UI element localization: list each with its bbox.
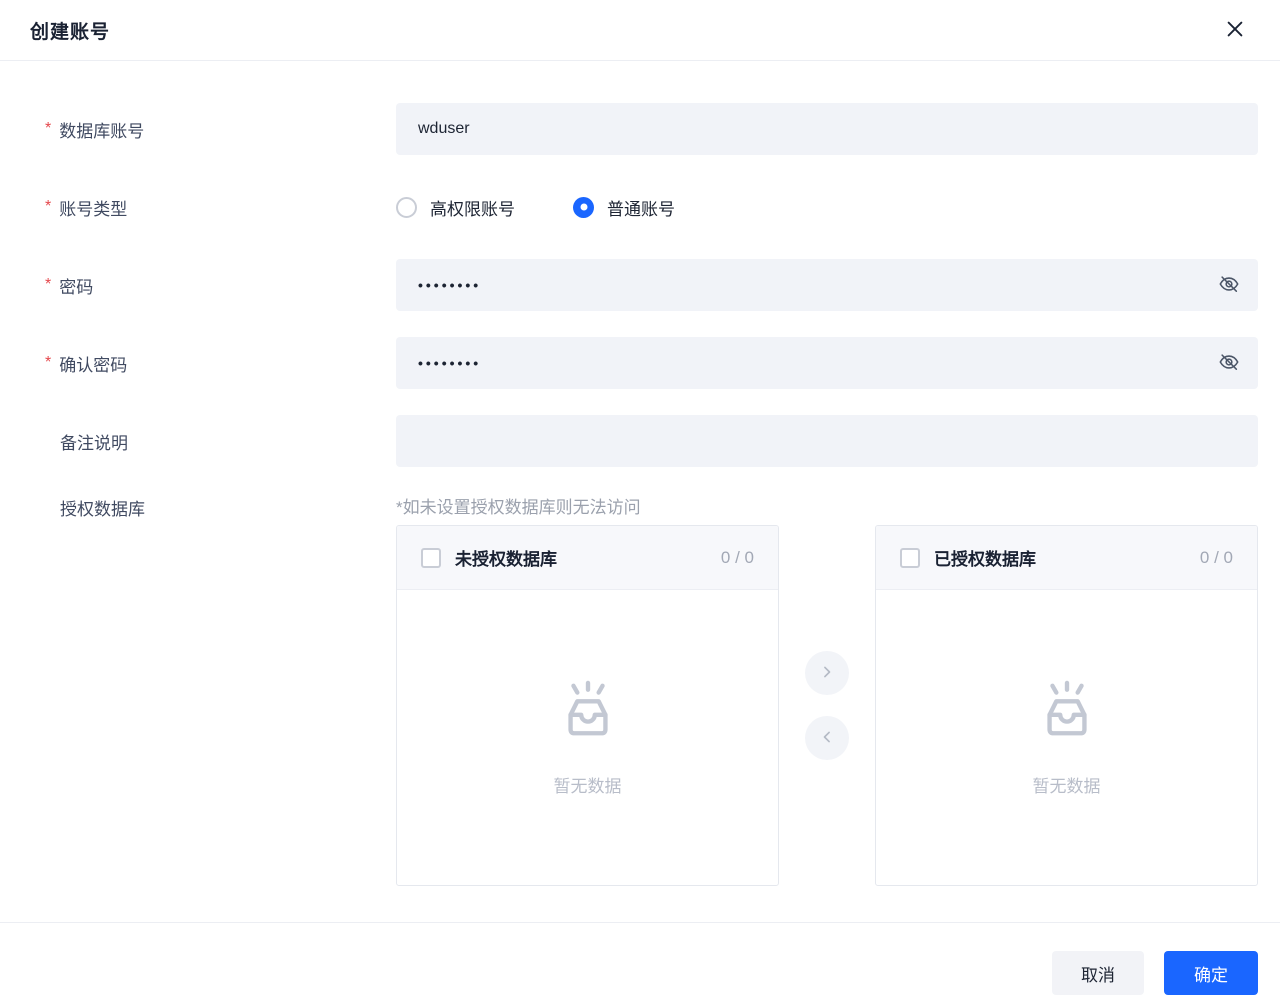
confirm-password-input[interactable]: [396, 337, 1258, 389]
target-select-all-checkbox[interactable]: [900, 547, 920, 568]
close-button[interactable]: [1220, 15, 1250, 45]
account-label-text: 数据库账号: [59, 121, 145, 141]
radio-checked-icon[interactable]: [573, 196, 594, 218]
account-control: [396, 103, 1258, 155]
password-label: * 密码: [0, 273, 396, 298]
radio-label: 高权限账号: [430, 199, 515, 219]
remark-label-text: 备注说明: [60, 433, 128, 453]
empty-inbox-icon: [1036, 679, 1098, 746]
toggle-password-visibility-button[interactable]: [1212, 268, 1246, 302]
target-panel-body: 暂无数据: [876, 590, 1257, 885]
source-panel-count: 0 / 0: [720, 547, 754, 567]
password-label-text: 密码: [59, 277, 94, 297]
remark-input[interactable]: [396, 415, 1258, 467]
source-select-all-checkbox[interactable]: [421, 547, 441, 568]
form-row-account-type: * 账号类型 高权限账号 普通账号: [0, 181, 1280, 233]
target-panel-count: 0 / 0: [1199, 547, 1233, 567]
toggle-confirm-password-visibility-button[interactable]: [1212, 346, 1246, 380]
confirm-password-label-text: 确认密码: [59, 355, 128, 375]
required-asterisk: *: [45, 198, 52, 215]
transfer-target-panel: 已授权数据库 0 / 0 暂无数据: [875, 525, 1258, 886]
confirm-password-label: * 确认密码: [0, 351, 396, 376]
required-asterisk: *: [45, 120, 52, 137]
authorized-db-label-text: 授权数据库: [60, 500, 145, 519]
required-asterisk: *: [45, 276, 52, 293]
dialog-footer: 取消 确定: [0, 922, 1280, 1005]
transfer-source-panel: 未授权数据库 0 / 0 暂无数据: [396, 525, 779, 886]
target-empty-text: 暂无数据: [1032, 776, 1101, 796]
remark-control: [396, 415, 1258, 467]
form-row-confirm-password: * 确认密码: [0, 337, 1280, 389]
transfer-arrows: [779, 525, 875, 886]
close-icon: [1224, 18, 1246, 43]
chevron-left-icon: [817, 727, 837, 750]
account-input[interactable]: [396, 103, 1258, 155]
required-asterisk: *: [45, 354, 52, 371]
form-row-authorized-db: 授权数据库 *如未设置授权数据库则无法访问 未授权数据库 0 / 0 暂无数据 …: [0, 493, 1280, 886]
move-left-button[interactable]: [805, 716, 849, 760]
dialog-header: 创建账号: [0, 0, 1280, 61]
target-panel-title: 已授权数据库: [934, 550, 1036, 569]
eye-off-icon: [1218, 351, 1240, 376]
account-label: * 数据库账号: [0, 117, 396, 142]
source-empty-text: 暂无数据: [553, 776, 622, 796]
chevron-right-icon: [817, 662, 837, 685]
create-account-dialog: 创建账号 * 数据库账号 * 账号类型: [0, 0, 1280, 1005]
password-control: [396, 259, 1258, 311]
account-type-label: * 账号类型: [0, 195, 396, 220]
dialog-title: 创建账号: [30, 21, 111, 43]
radio-label: 普通账号: [607, 199, 675, 219]
authorized-db-label: 授权数据库: [0, 493, 396, 520]
remark-label: 备注说明: [0, 429, 396, 454]
source-panel-title: 未授权数据库: [455, 550, 557, 569]
account-type-radio-group: 高权限账号 普通账号: [396, 181, 1258, 233]
dialog-body: * 数据库账号 * 账号类型 高权限账号: [0, 61, 1280, 922]
form-row-password: * 密码: [0, 259, 1280, 311]
eye-off-icon: [1218, 273, 1240, 298]
source-panel-header: 未授权数据库 0 / 0: [397, 526, 778, 590]
target-panel-header: 已授权数据库 0 / 0: [876, 526, 1257, 590]
password-input[interactable]: [396, 259, 1258, 311]
db-transfer: 未授权数据库 0 / 0 暂无数据 已授权数据库 0 / 0 暂无数据: [396, 525, 1258, 886]
source-panel-body: 暂无数据: [397, 590, 778, 885]
radio-unchecked-icon[interactable]: [396, 196, 417, 218]
account-type-control: 高权限账号 普通账号: [396, 181, 1258, 233]
radio-option-normal[interactable]: 普通账号: [573, 195, 675, 220]
confirm-password-control: [396, 337, 1258, 389]
radio-option-high-privilege[interactable]: 高权限账号: [396, 195, 515, 220]
form-row-remark: 备注说明: [0, 415, 1280, 467]
form-row-account: * 数据库账号: [0, 103, 1280, 155]
authorized-db-control: *如未设置授权数据库则无法访问 未授权数据库 0 / 0 暂无数据 已授权数据库…: [396, 493, 1258, 886]
cancel-button[interactable]: 取消: [1052, 951, 1144, 995]
transfer-note: *如未设置授权数据库则无法访问: [396, 498, 641, 517]
account-type-label-text: 账号类型: [59, 199, 128, 219]
confirm-button[interactable]: 确定: [1164, 951, 1258, 995]
empty-inbox-icon: [557, 679, 619, 746]
move-right-button[interactable]: [805, 651, 849, 695]
